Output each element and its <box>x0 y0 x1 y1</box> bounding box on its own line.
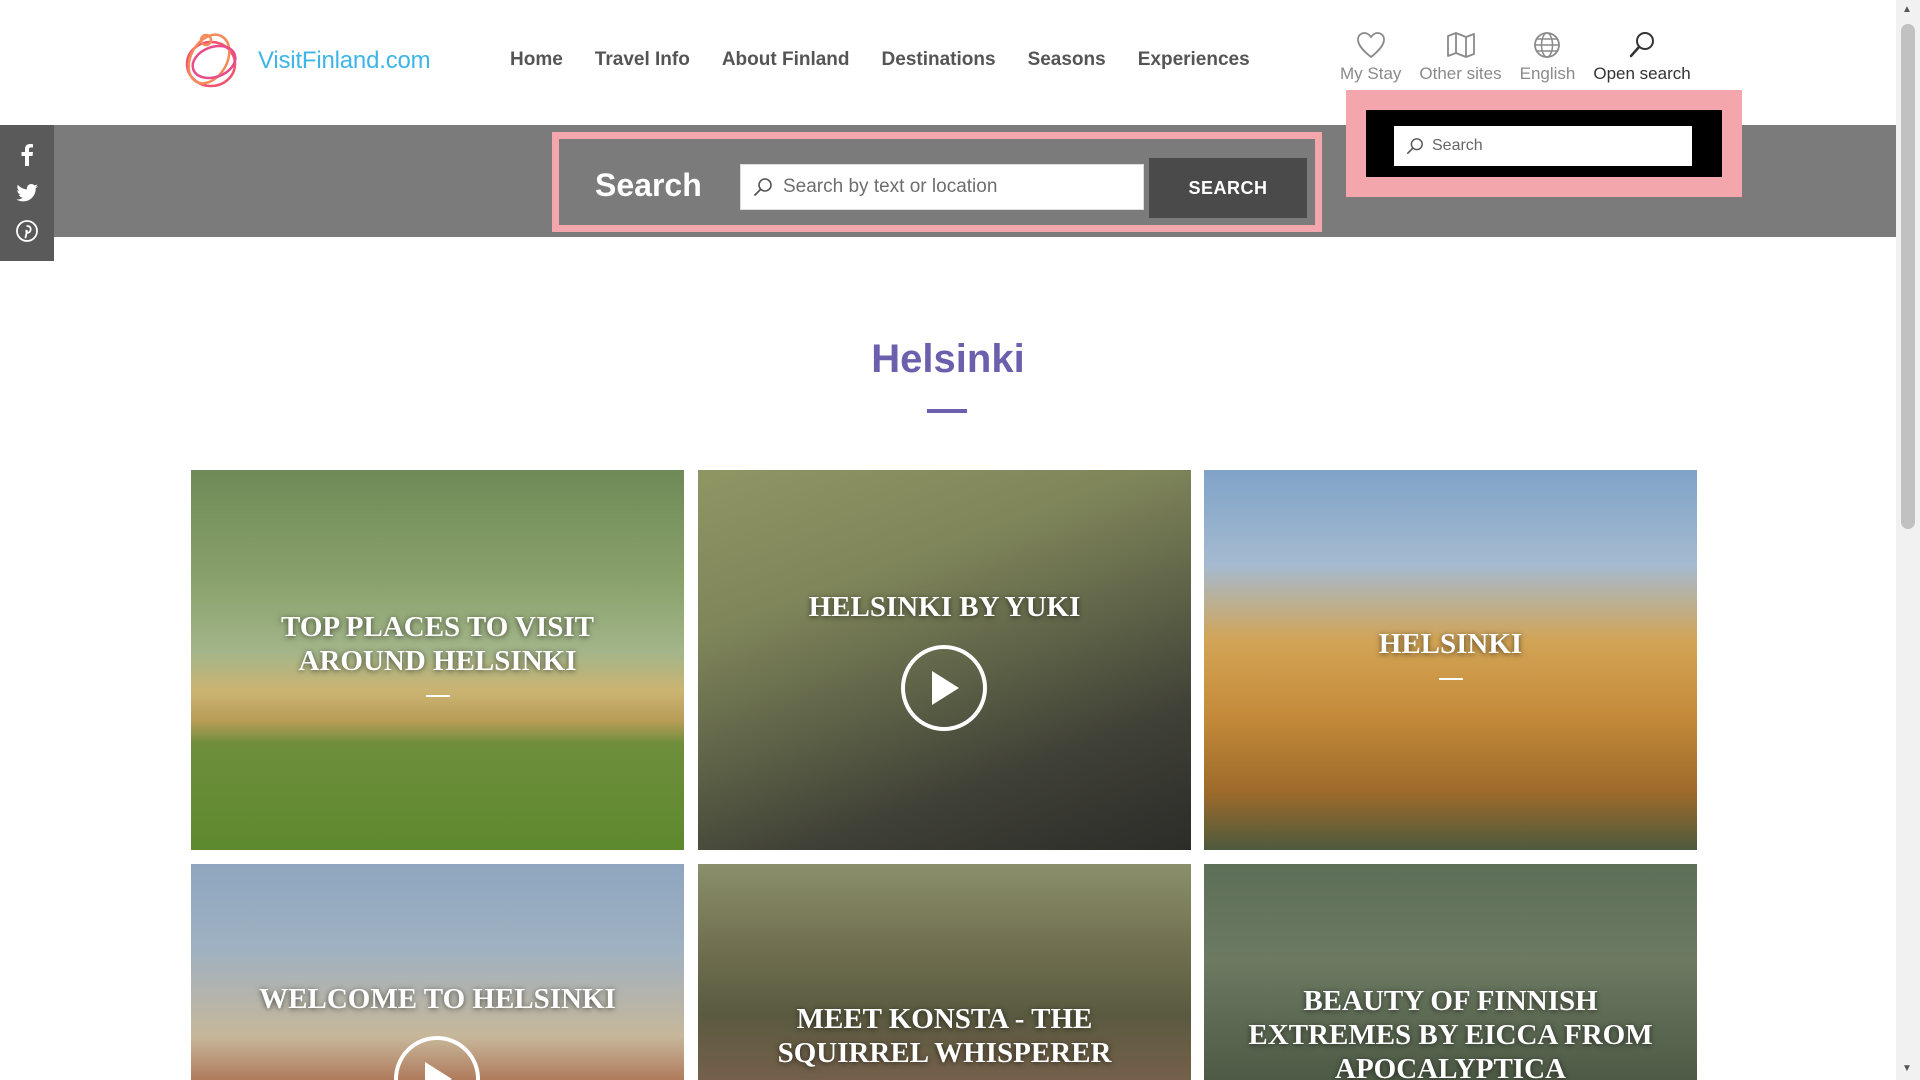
nav-travel-info[interactable]: Travel Info <box>595 49 690 71</box>
card-top-places[interactable]: TOP PLACES TO VISIT AROUND HELSINKI <box>191 470 684 850</box>
site-logo[interactable]: VisitFinland.com <box>176 26 431 96</box>
nav-destinations[interactable]: Destinations <box>882 49 996 71</box>
play-video-button[interactable] <box>394 1036 480 1080</box>
card-title: BEAUTY OF FINNISH EXTREMES BY EICCA FROM… <box>1248 985 1653 1080</box>
utility-nav: My Stay Other sites English Open search <box>1340 28 1709 84</box>
mini-search-dropdown <box>1346 90 1742 197</box>
pinterest-icon[interactable] <box>15 219 39 243</box>
search-icon <box>1406 138 1423 155</box>
card-title: HELSINKI BY YUKI <box>808 591 1081 623</box>
social-share-bar <box>0 125 54 261</box>
nav-experiences[interactable]: Experiences <box>1138 49 1250 71</box>
facebook-icon[interactable] <box>15 143 39 167</box>
nav-about-finland[interactable]: About Finland <box>722 49 850 71</box>
search-icon <box>754 178 772 196</box>
language-button[interactable]: English <box>1519 28 1576 84</box>
page-title: Helsinki <box>871 337 1025 381</box>
card-divider <box>425 695 450 697</box>
logo-icon <box>185 33 237 88</box>
scroll-thumb[interactable] <box>1901 24 1915 529</box>
card-divider <box>1438 678 1463 680</box>
search-input-wrapper <box>740 164 1144 210</box>
search-icon <box>1625 28 1659 62</box>
play-icon <box>932 671 959 705</box>
twitter-icon[interactable] <box>15 181 39 205</box>
search-button[interactable]: SEARCH <box>1149 158 1307 218</box>
other-sites-button[interactable]: Other sites <box>1419 28 1502 84</box>
page-scrollbar[interactable]: ▲ ▼ <box>1896 0 1920 1080</box>
logo-text: VisitFinland.com <box>258 47 431 74</box>
my-stay-button[interactable]: My Stay <box>1340 28 1401 84</box>
play-video-button[interactable] <box>901 645 987 731</box>
my-stay-label: My Stay <box>1340 64 1402 83</box>
mini-search-input[interactable] <box>1432 137 1682 155</box>
heart-icon <box>1354 28 1388 62</box>
card-welcome-to-helsinki[interactable]: WELCOME TO HELSINKI <box>191 864 684 1080</box>
open-search-button[interactable]: Open search <box>1593 28 1691 84</box>
card-meet-konsta[interactable]: MEET KONSTA - THE SQUIRREL WHISPERER <box>698 864 1191 1080</box>
scroll-down-arrow-icon[interactable]: ▼ <box>1902 1063 1912 1074</box>
search-input[interactable] <box>783 176 1123 198</box>
nav-home[interactable]: Home <box>510 49 563 71</box>
scroll-up-arrow-icon[interactable]: ▲ <box>1902 4 1912 15</box>
language-label: English <box>1519 64 1576 83</box>
globe-icon <box>1530 28 1564 62</box>
card-helsinki-by-yuki[interactable]: HELSINKI BY YUKI <box>698 470 1191 850</box>
nav-seasons[interactable]: Seasons <box>1028 49 1106 71</box>
play-icon <box>425 1062 452 1080</box>
other-sites-label: Other sites <box>1419 64 1502 83</box>
main-nav: Home Travel Info About Finland Destinati… <box>510 49 1282 71</box>
card-title: TOP PLACES TO VISIT AROUND HELSINKI <box>281 611 594 677</box>
open-search-label: Open search <box>1593 64 1691 83</box>
mini-search-panel <box>1366 110 1722 177</box>
card-helsinki[interactable]: HELSINKI <box>1204 470 1697 850</box>
card-beauty-of-finnish-extremes[interactable]: BEAUTY OF FINNISH EXTREMES BY EICCA FROM… <box>1204 864 1697 1080</box>
map-icon <box>1444 28 1478 62</box>
card-title: WELCOME TO HELSINKI <box>259 983 616 1015</box>
title-underline <box>927 409 967 413</box>
card-title: MEET KONSTA - THE SQUIRREL WHISPERER <box>777 1003 1112 1069</box>
search-panel: Search SEARCH <box>552 132 1322 232</box>
search-panel-title: Search <box>595 167 702 203</box>
mini-search-wrapper <box>1394 126 1692 166</box>
card-title: HELSINKI <box>1378 628 1523 660</box>
